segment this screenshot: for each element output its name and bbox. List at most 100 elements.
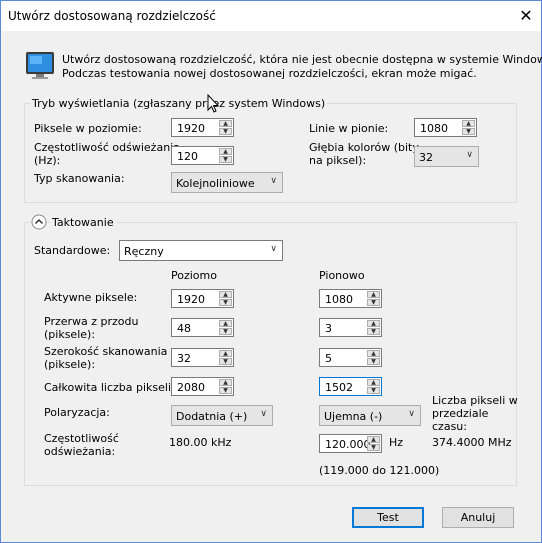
v-lines-stepper[interactable]: 1080 ▲ ▼	[414, 118, 477, 137]
refresh-rate-stepper[interactable]: 120 ▲ ▼	[171, 146, 234, 165]
chevron-up-icon[interactable]: ▲	[219, 291, 232, 298]
timing-refresh-label-line1: Częstotliwość	[44, 432, 119, 445]
standard-select[interactable]: Ręczny ∨	[119, 240, 283, 261]
front-porch-v-stepper[interactable]: 3 ▲ ▼	[319, 318, 382, 337]
chevron-down-icon: ∨	[466, 150, 473, 160]
active-v-value: 1080	[325, 293, 353, 306]
custom-resolution-dialog: Utwórz dostosowaną rozdzielczość ✕ Utwór…	[0, 0, 542, 543]
active-pixels-label: Aktywne piksele:	[44, 291, 138, 304]
chevron-down-icon[interactable]: ▼	[367, 444, 380, 451]
chevron-down-icon[interactable]: ▼	[219, 156, 232, 163]
front-porch-v-value: 3	[325, 322, 332, 335]
column-horizontal-header: Poziomo	[171, 269, 217, 282]
chevron-down-icon[interactable]: ▼	[219, 299, 232, 306]
v-lines-label: Linie w pionie:	[309, 122, 389, 135]
scan-type-value: Kolejnoliniowe	[176, 177, 255, 190]
timing-section-label[interactable]: Taktowanie	[50, 216, 116, 229]
refresh-range: (119.000 do 121.000)	[319, 464, 440, 477]
chevron-up-icon[interactable]	[31, 214, 47, 230]
pixel-rate-label-line1: Liczba pikseli w	[432, 394, 518, 407]
pixel-rate-label-line2: przedziale	[432, 407, 489, 420]
polarity-v-value: Ujemna (-)	[324, 410, 383, 423]
total-h-value: 2080	[177, 381, 205, 394]
front-porch-label-line2: (piksele):	[44, 328, 96, 341]
sync-width-label-line2: (piksele):	[44, 358, 96, 371]
cancel-button[interactable]: Anuluj	[442, 507, 514, 528]
refresh-unit: Hz	[389, 436, 404, 449]
timing-refresh-value: 120.000	[325, 438, 371, 451]
chevron-up-icon[interactable]: ▲	[219, 350, 232, 357]
color-depth-select[interactable]: 32 ∨	[414, 146, 479, 167]
polarity-v-select[interactable]: Ujemna (-) ∨	[319, 405, 421, 426]
standard-label: Standardowe:	[34, 244, 111, 257]
chevron-up-icon[interactable]: ▲	[219, 120, 232, 127]
chevron-up-icon[interactable]: ▲	[219, 379, 232, 386]
chevron-up-icon[interactable]: ▲	[367, 379, 380, 386]
refresh-label-line2: (Hz):	[34, 154, 61, 167]
chevron-down-icon: ∨	[408, 409, 415, 419]
scan-type-label: Typ skanowania:	[34, 172, 125, 185]
display-mode-legend: Tryb wyświetlania (zgłaszany przez syste…	[30, 97, 328, 110]
front-porch-h-value: 48	[177, 322, 191, 335]
sync-width-label-line1: Szerokość skanowania	[44, 345, 168, 358]
total-pixels-label: Całkowita liczba pikseli:	[44, 381, 175, 394]
chevron-up-icon[interactable]: ▲	[367, 291, 380, 298]
chevron-down-icon: ∨	[260, 409, 267, 419]
chevron-up-icon[interactable]: ▲	[367, 320, 380, 327]
chevron-down-icon[interactable]: ▼	[462, 128, 475, 135]
polarity-h-select[interactable]: Dodatnia (+) ∨	[171, 405, 273, 426]
h-pixels-label: Piksele w poziomie:	[34, 122, 142, 135]
refresh-rate-value: 120	[177, 150, 198, 163]
polarity-label: Polaryzacja:	[44, 406, 110, 419]
color-depth-label-line1: Głębia kolorów (bity	[309, 141, 419, 154]
pixel-rate-label-line3: czasu:	[432, 420, 467, 433]
chevron-up-icon[interactable]: ▲	[367, 350, 380, 357]
refresh-label-line1: Częstotliwość odświeżania	[34, 141, 180, 154]
test-button[interactable]: Test	[352, 507, 424, 528]
standard-value: Ręczny	[124, 245, 164, 258]
chevron-up-icon[interactable]: ▲	[219, 148, 232, 155]
active-h-stepper[interactable]: 1920 ▲ ▼	[171, 289, 234, 308]
title-bar: Utwórz dostosowaną rozdzielczość ✕	[1, 1, 541, 31]
sync-width-v-stepper[interactable]: 5 ▲ ▼	[319, 348, 382, 367]
chevron-down-icon[interactable]: ▼	[367, 387, 380, 394]
active-h-value: 1920	[177, 293, 205, 306]
front-porch-h-stepper[interactable]: 48 ▲ ▼	[171, 318, 234, 337]
chevron-down-icon[interactable]: ▼	[367, 328, 380, 335]
front-porch-label-line1: Przerwa z przodu	[44, 315, 139, 328]
chevron-down-icon[interactable]: ▼	[219, 387, 232, 394]
sync-width-v-value: 5	[325, 352, 332, 365]
h-pixels-value: 1920	[177, 122, 205, 135]
chevron-down-icon[interactable]: ▼	[219, 328, 232, 335]
timing-refresh-label-line2: odświeżania:	[44, 445, 116, 458]
v-lines-value: 1080	[420, 122, 448, 135]
close-icon[interactable]: ✕	[511, 1, 541, 31]
h-frequency-value: 180.00 kHz	[169, 436, 232, 449]
chevron-down-icon[interactable]: ▼	[219, 358, 232, 365]
mouse-cursor-icon	[207, 94, 219, 113]
scan-type-select[interactable]: Kolejnoliniowe ∨	[171, 172, 283, 193]
description-line-1: Utwórz dostosowaną rozdzielczość, która …	[62, 53, 542, 66]
h-pixels-stepper[interactable]: 1920 ▲ ▼	[171, 118, 234, 137]
color-depth-value: 32	[419, 151, 433, 164]
total-v-stepper[interactable]: 1502 ▲ ▼	[319, 377, 382, 396]
sync-width-h-value: 32	[177, 352, 191, 365]
chevron-down-icon[interactable]: ▼	[367, 299, 380, 306]
description-line-2: Podczas testowania nowej dostosowanej ro…	[62, 67, 477, 80]
timing-refresh-stepper[interactable]: 120.000 ▲ ▼	[319, 434, 382, 453]
chevron-down-icon[interactable]: ▼	[367, 358, 380, 365]
sync-width-h-stepper[interactable]: 32 ▲ ▼	[171, 348, 234, 367]
polarity-h-value: Dodatnia (+)	[176, 410, 248, 423]
monitor-icon	[26, 52, 54, 79]
active-v-stepper[interactable]: 1080 ▲ ▼	[319, 289, 382, 308]
column-vertical-header: Pionowo	[319, 269, 365, 282]
chevron-up-icon[interactable]: ▲	[367, 436, 380, 443]
chevron-down-icon: ∨	[270, 244, 277, 254]
color-depth-label-line2: na piksel):	[309, 154, 367, 167]
chevron-up-icon[interactable]: ▲	[219, 320, 232, 327]
chevron-down-icon[interactable]: ▼	[219, 128, 232, 135]
pixel-rate-value: 374.4000 MHz	[432, 436, 512, 449]
total-h-stepper[interactable]: 2080 ▲ ▼	[171, 377, 234, 396]
chevron-up-icon[interactable]: ▲	[462, 120, 475, 127]
total-v-value: 1502	[325, 381, 353, 394]
